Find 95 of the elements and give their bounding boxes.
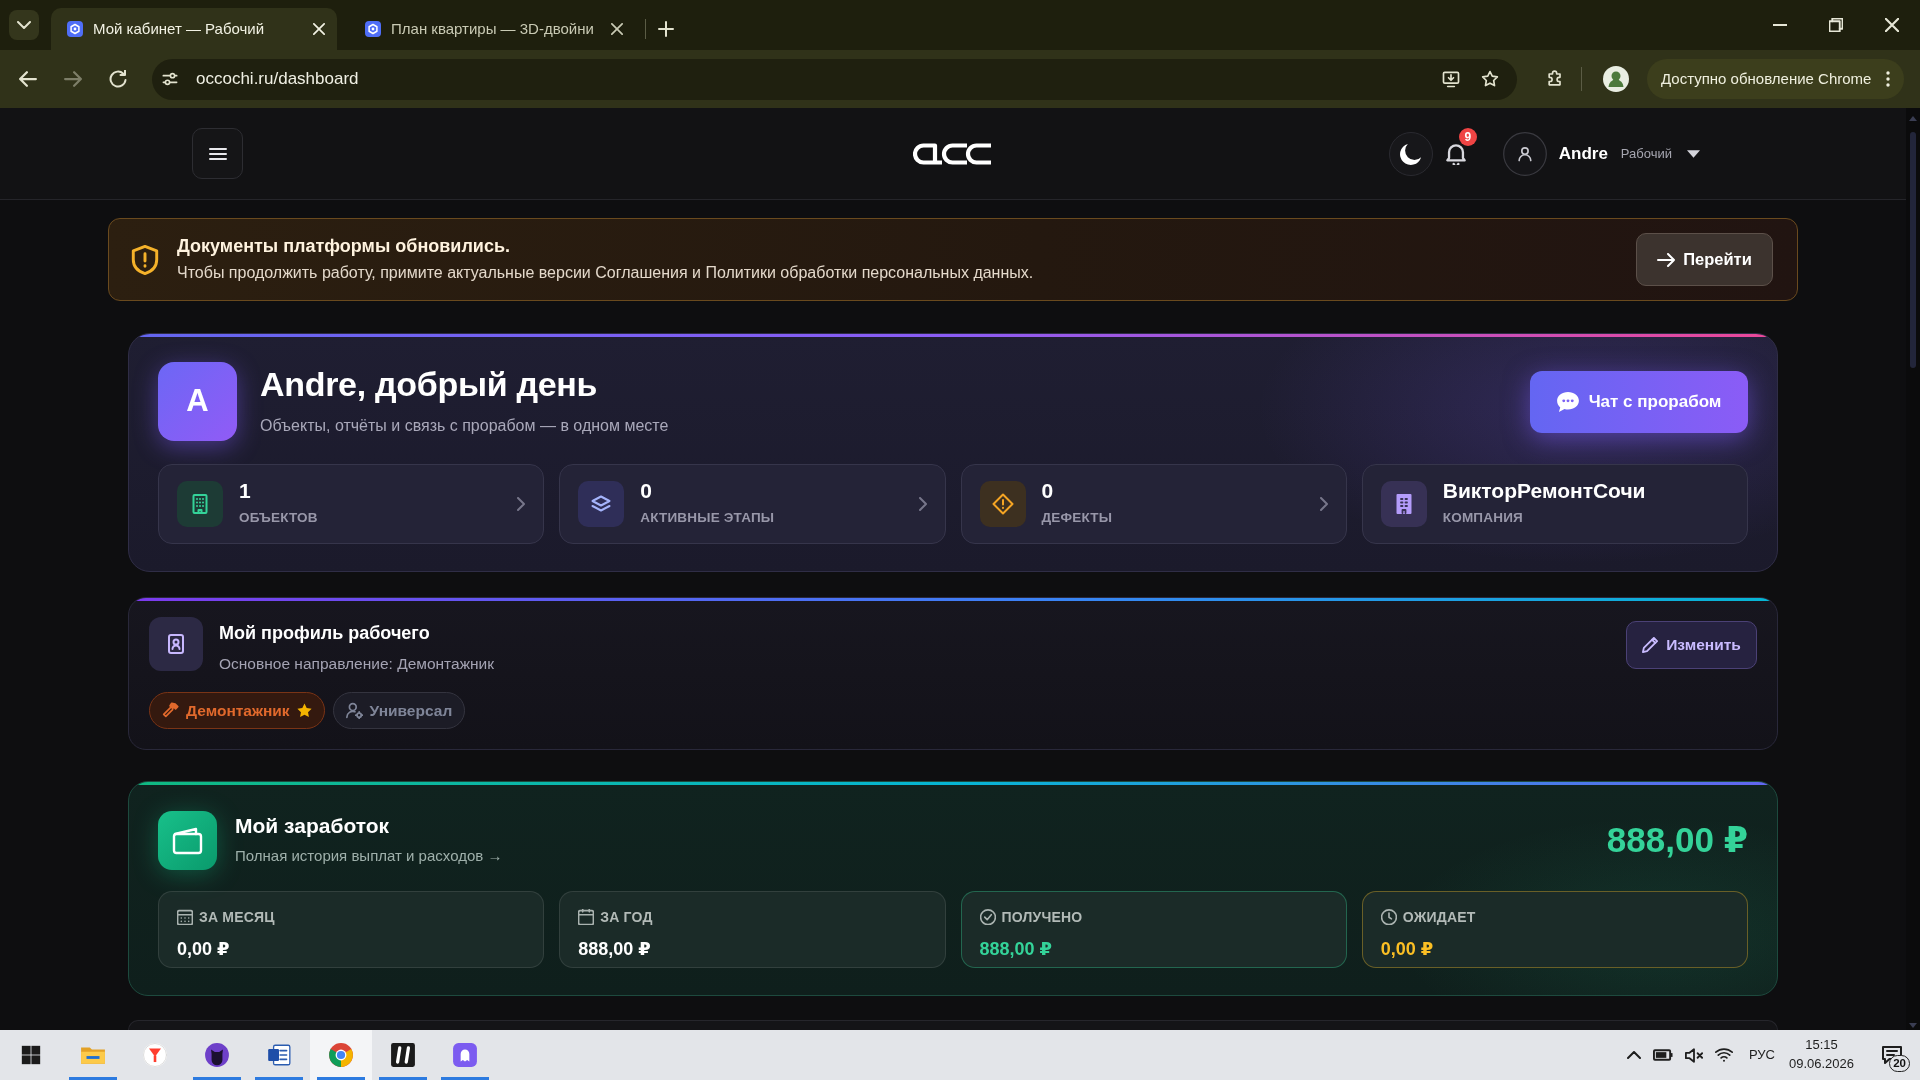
caret-icon (17, 21, 31, 29)
stat-label: КОМПАНИЯ (1442, 509, 1524, 528)
stat-label: ОБЪЕКТОВ (239, 509, 318, 528)
building-icon (177, 481, 223, 527)
layers-icon (578, 481, 625, 527)
cat-icon (204, 1042, 230, 1068)
stat-value: ВикторРемонтСочи (1442, 479, 1646, 503)
pencil-icon (1642, 637, 1659, 653)
browser-tab[interactable]: План квартиры — 3D-двойни (349, 8, 635, 50)
earnings-total: 888,00 ₽ (1606, 819, 1748, 862)
chevron-right-icon[interactable] (517, 497, 526, 511)
stat-label: АКТИВНЫЕ ЭТАПЫ (640, 509, 775, 528)
history-link[interactable]: Полная история выплат и расходов → (235, 844, 503, 868)
bell-icon[interactable] (1444, 142, 1467, 165)
user-avatar: A (158, 362, 237, 441)
logo-icon[interactable] (913, 142, 993, 165)
speaker-muted-icon[interactable] (1684, 1047, 1703, 1063)
stat-value: 0,00 ₽ (177, 937, 230, 961)
chrome-browser-icon (328, 1042, 354, 1068)
clock-date[interactable]: 09.06.2026 (1788, 1055, 1854, 1074)
chat-bubble-icon (1556, 391, 1579, 412)
office-building-icon (1380, 481, 1427, 527)
go-button[interactable]: Перейти (1636, 233, 1773, 286)
slash-tile-icon (390, 1042, 416, 1068)
specialty-tag[interactable]: Универсал (332, 691, 466, 729)
calendar-grid-icon (177, 909, 193, 926)
stat-value: 0 (1041, 479, 1055, 503)
user-role[interactable]: Рабочий (1620, 143, 1672, 164)
menu-button[interactable] (192, 128, 243, 179)
greeting-title: Andre, добрый день (260, 364, 599, 405)
stat-value: 0 (640, 479, 653, 503)
menu-icon (208, 147, 227, 160)
stat-value: 888,00 ₽ (979, 937, 1053, 961)
document-icon (266, 1042, 292, 1068)
user-gear-icon (345, 701, 363, 719)
plus-icon[interactable] (658, 21, 674, 37)
windows-icon[interactable] (21, 1045, 41, 1065)
edit-button[interactable]: Изменить (1626, 621, 1757, 669)
restore-icon[interactable] (1829, 18, 1843, 32)
more-icon (1886, 71, 1890, 87)
profile-title: Мой профиль рабочего (219, 623, 431, 645)
chevron-right-icon[interactable] (1319, 497, 1328, 511)
stat-label: ПОЛУЧЕНО (1001, 907, 1083, 927)
clock-icon (1380, 909, 1397, 926)
funnel-icon (142, 1042, 168, 1068)
wallet-icon (158, 810, 217, 870)
close-icon[interactable] (611, 23, 623, 35)
notification-count: 20 (1889, 1055, 1910, 1072)
update-button[interactable]: Доступно обновление Chrome (1647, 59, 1904, 99)
chevron-right-icon[interactable] (918, 497, 927, 511)
scrollbar-thumb[interactable] (1910, 132, 1916, 368)
user-avatar-icon[interactable] (1502, 131, 1547, 176)
tab-list-button[interactable] (9, 10, 39, 40)
specialty-tag[interactable]: Демонтажник (149, 691, 325, 729)
install-icon[interactable] (1441, 69, 1461, 89)
calendar-icon (578, 909, 595, 926)
stat-value: 1 (239, 479, 252, 503)
earnings-title: Мой заработок (235, 812, 391, 838)
notice-text: Чтобы продолжить работу, примите актуальные версии Соглашения и Политики обработки персональных данных. (177, 263, 1034, 284)
user-name[interactable]: Andre (1558, 140, 1608, 167)
stat-label: ЗА МЕСЯЦ (199, 907, 275, 927)
caret-icon[interactable] (1687, 149, 1700, 158)
stat-label: ЗА ГОД (600, 907, 653, 927)
hammer-icon (162, 701, 179, 719)
profile-avatar-icon[interactable] (1602, 65, 1630, 93)
chevron-up-icon[interactable] (1626, 1051, 1641, 1059)
shield-warning-icon (131, 244, 159, 275)
battery-icon[interactable] (1652, 1049, 1673, 1061)
scrollbar[interactable] (1906, 108, 1920, 1030)
notification-badge: 9 (1458, 127, 1477, 146)
stat-label: ДЕФЕКТЫ (1041, 509, 1113, 528)
ghost-icon (452, 1042, 478, 1068)
arrow-right-icon (1657, 252, 1676, 267)
stat-label: ОЖИДАЕТ (1402, 907, 1476, 927)
chat-button[interactable]: Чат с прорабом (1530, 370, 1748, 433)
wifi-icon[interactable] (1714, 1047, 1733, 1063)
url-field[interactable]: occochi.ru/dashboard (196, 66, 1422, 92)
clock-time[interactable]: 15:15 (1805, 1036, 1838, 1055)
greeting-subtitle: Объекты, отчёты и связь с прорабом — в одном месте (260, 416, 669, 437)
browser-tab[interactable]: Мой кабинет — Рабочий (51, 8, 337, 50)
id-badge-icon (149, 617, 203, 671)
favicon-icon (365, 21, 381, 37)
close-icon[interactable] (1885, 18, 1899, 32)
warning-icon (979, 481, 1026, 527)
notice-title: Документы платформы обновились. (177, 234, 511, 258)
reload-icon[interactable] (109, 70, 127, 88)
stat-value: 888,00 ₽ (578, 937, 651, 961)
back-icon[interactable] (19, 71, 37, 87)
address-bar[interactable]: occochi.ru/dashboard (152, 58, 1517, 100)
favicon-icon (67, 21, 83, 37)
language-indicator[interactable]: РУС (1748, 1045, 1775, 1065)
moon-icon (1398, 141, 1423, 166)
stat-value: 0,00 ₽ (1380, 937, 1434, 961)
star-icon[interactable] (1480, 69, 1500, 89)
profile-subtitle: Основное направление: Демонтажник (219, 653, 494, 674)
